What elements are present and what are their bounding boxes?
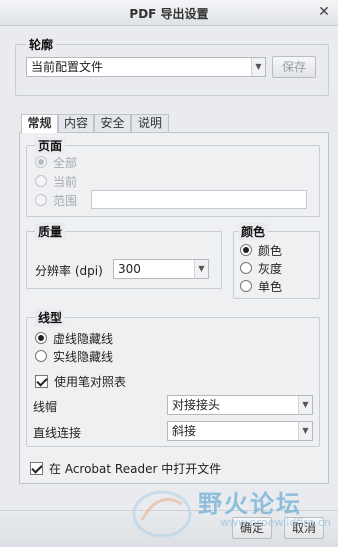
color-group: 颜色 颜色 灰度 单色 [233,223,320,299]
tab-content[interactable]: 内容 [58,114,94,132]
linetype-option-dashed[interactable]: 虚线隐藏线 [35,330,113,346]
cancel-button[interactable]: 取消 [284,517,324,539]
radio-icon [35,332,47,344]
linetype-option-solid-label: 实线隐藏线 [53,349,114,364]
pages-option-range-label: 范围 [53,193,78,208]
color-option-grayscale[interactable]: 灰度 [240,260,282,276]
pen-table-checkbox[interactable]: 使用笔对照表 [35,373,126,389]
join-value: 斜接 [172,424,197,438]
radio-icon [35,194,47,206]
dialog-footer: 确定 取消 [0,510,338,547]
pen-table-label: 使用笔对照表 [54,374,127,389]
radio-icon [35,156,47,168]
title-bar: PDF 导出设置 ✕ [0,0,338,26]
quality-legend: 质量 [35,223,66,240]
tab-security[interactable]: 安全 [94,114,131,132]
checkbox-icon [30,461,43,475]
chevron-down-icon: ▼ [194,260,208,278]
resolution-value: 300 [118,262,141,276]
tab-description[interactable]: 说明 [131,114,169,132]
pages-option-current[interactable]: 当前 [35,173,77,189]
radio-icon [35,350,47,362]
dialog-title: PDF 导出设置 [129,7,209,21]
open-in-reader-label: 在 Acrobat Reader 中打开文件 [49,461,222,476]
cap-select[interactable]: 对接接头 ▼ [167,395,313,415]
color-option-color-label: 颜色 [258,243,283,258]
linetype-option-dashed-label: 虚线隐藏线 [53,331,114,346]
pages-group: 页面 全部 当前 范围 [26,137,320,217]
profile-select-value: 当前配置文件 [31,60,104,74]
resolution-label: 分辨率 (dpi) [35,264,103,278]
profile-legend: 轮廓 [26,36,57,53]
chevron-down-icon: ▼ [298,396,312,414]
cap-value: 对接接头 [172,398,221,412]
resolution-select[interactable]: 300 ▼ [113,259,209,279]
color-option-color[interactable]: 颜色 [240,242,282,258]
profile-select[interactable]: 当前配置文件 ▼ [26,57,266,77]
save-button[interactable]: 保存 [272,56,316,78]
close-icon[interactable]: ✕ [316,3,332,21]
color-option-mono-label: 单色 [258,279,283,294]
pages-option-current-label: 当前 [53,174,78,189]
chevron-down-icon: ▼ [251,58,265,76]
checkbox-icon [35,374,48,388]
radio-icon [240,262,252,274]
pages-option-range[interactable]: 范围 [35,192,77,208]
tab-panel-general: 页面 全部 当前 范围 质量 分辨率 (dpi) 300 ▼ 颜色 颜色 灰度 … [19,132,329,484]
pages-option-all[interactable]: 全部 [35,154,77,170]
radio-icon [240,280,252,292]
linetype-legend: 线型 [35,309,66,326]
radio-icon [240,244,252,256]
color-option-mono[interactable]: 单色 [240,278,282,294]
ok-button[interactable]: 确定 [232,517,272,539]
join-select[interactable]: 斜接 ▼ [167,421,313,441]
join-label: 直线连接 [33,426,82,440]
chevron-down-icon: ▼ [298,422,312,440]
pages-option-all-label: 全部 [53,155,78,170]
color-option-grayscale-label: 灰度 [258,261,283,276]
pages-legend: 页面 [35,137,66,154]
quality-group: 质量 分辨率 (dpi) 300 ▼ [26,223,222,289]
radio-icon [35,175,47,187]
tab-general[interactable]: 常规 [21,114,58,133]
open-in-reader-checkbox[interactable]: 在 Acrobat Reader 中打开文件 [30,460,221,476]
range-input[interactable] [91,190,307,209]
linetype-option-solid[interactable]: 实线隐藏线 [35,348,113,364]
cap-label: 线帽 [33,400,58,414]
linetype-group: 线型 虚线隐藏线 实线隐藏线 使用笔对照表 线帽 对接接头 ▼ 直线连接 斜接 … [26,309,320,447]
profile-group: 轮廓 当前配置文件 ▼ 保存 [15,36,329,96]
color-legend: 颜色 [238,223,269,240]
